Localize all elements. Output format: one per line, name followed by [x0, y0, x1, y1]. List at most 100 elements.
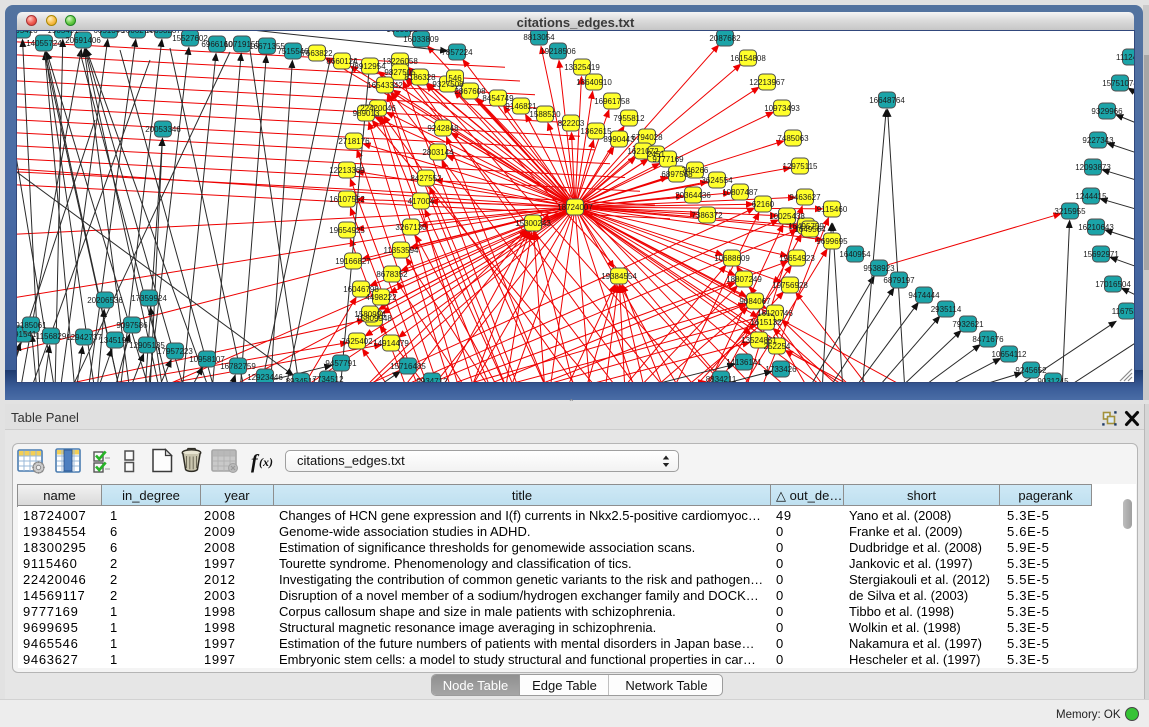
svg-text:7734512: 7734512: [312, 375, 344, 382]
svg-text:1733426: 1733426: [765, 365, 797, 374]
svg-text:9097586: 9097586: [116, 321, 148, 330]
svg-text:7955812: 7955812: [613, 114, 645, 123]
svg-text:9457791: 9457791: [325, 359, 357, 368]
svg-text:11353594: 11353594: [384, 246, 420, 255]
svg-text:12093873: 12093873: [1075, 163, 1111, 172]
svg-text:9934712: 9934712: [416, 377, 448, 382]
svg-text:7485063: 7485063: [777, 134, 809, 143]
svg-text:989013: 989013: [353, 109, 380, 118]
svg-text:16120746: 16120746: [757, 309, 793, 318]
svg-text:7932621: 7932621: [952, 320, 984, 329]
svg-text:1615132: 1615132: [750, 318, 782, 327]
svg-text:1112454: 1112454: [1116, 53, 1134, 62]
svg-text:13325419: 13325419: [564, 63, 600, 72]
svg-text:9242848: 9242848: [427, 124, 459, 133]
svg-text:1244415: 1244415: [1075, 192, 1107, 201]
svg-text:19166827: 19166827: [335, 257, 371, 266]
svg-text:9031245: 9031245: [1037, 377, 1069, 382]
svg-text:1345193: 1345193: [99, 336, 131, 345]
svg-text:16107552: 16107552: [329, 195, 365, 204]
svg-text:9538923: 9538923: [863, 264, 895, 273]
svg-text:1588520: 1588520: [529, 110, 561, 119]
svg-text:19756928: 19756928: [772, 281, 808, 290]
svg-text:8678352: 8678352: [376, 270, 408, 279]
svg-text:17016504: 17016504: [1095, 280, 1131, 289]
svg-text:9474444: 9474444: [908, 291, 940, 300]
svg-text:10025438: 10025438: [769, 212, 805, 221]
svg-text:20053346: 20053346: [145, 125, 181, 134]
svg-text:7857224: 7857224: [441, 48, 473, 57]
svg-text:10688609: 10688609: [714, 254, 750, 263]
svg-text:20364436: 20364436: [675, 191, 711, 200]
svg-text:9699695: 9699695: [816, 237, 848, 246]
svg-text:15300243: 15300243: [515, 219, 551, 228]
svg-text:10807487: 10807487: [722, 188, 758, 197]
svg-text:9245652: 9245652: [1015, 366, 1047, 375]
svg-text:12942737: 12942737: [66, 333, 102, 342]
svg-text:16033809: 16033809: [403, 35, 439, 44]
svg-text:3215955: 3215955: [1054, 207, 1086, 216]
svg-text:1580994: 1580994: [354, 310, 386, 319]
svg-text:13226058: 13226058: [382, 57, 418, 66]
svg-text:7386372: 7386372: [691, 211, 723, 220]
svg-text:15716485: 15716485: [390, 362, 426, 371]
svg-text:9227343: 9227343: [1082, 136, 1114, 145]
svg-text:6794028: 6794028: [631, 133, 663, 142]
svg-text:9084067: 9084067: [739, 297, 771, 306]
svg-text:1649564: 1649564: [794, 225, 826, 234]
svg-text:8471676: 8471676: [972, 335, 1004, 344]
svg-text:14055724: 14055724: [26, 39, 62, 48]
svg-text:9115460: 9115460: [817, 205, 848, 214]
svg-text:18724007: 18724007: [557, 203, 593, 212]
svg-text:8186328: 8186328: [404, 73, 436, 82]
svg-text:10654112: 10654112: [992, 350, 1028, 359]
svg-text:2087682: 2087682: [709, 34, 741, 43]
svg-text:20206536: 20206536: [87, 296, 123, 305]
svg-text:19384554: 19384554: [601, 272, 637, 281]
svg-text:20691406: 20691406: [65, 36, 101, 45]
svg-text:8660124: 8660124: [326, 57, 358, 66]
svg-text:2718176: 2718176: [338, 137, 370, 146]
svg-text:7625402: 7625402: [341, 337, 373, 346]
svg-text:8834211: 8834211: [706, 375, 737, 382]
svg-text:16210643: 16210643: [1078, 223, 1114, 232]
svg-text:546: 546: [448, 74, 462, 83]
svg-text:14914479: 14914479: [373, 339, 409, 348]
svg-text:6051340: 6051340: [93, 31, 125, 35]
svg-text:10973493: 10973493: [764, 104, 800, 113]
svg-text:16961758: 16961758: [594, 97, 630, 106]
svg-text:17957223: 17957223: [157, 347, 193, 356]
svg-text:16782759: 16782759: [220, 362, 256, 371]
svg-text:252254: 252254: [764, 342, 791, 351]
svg-text:14136141: 14136141: [726, 358, 762, 367]
svg-text:3624554: 3624554: [701, 176, 733, 185]
svg-text:12213967: 12213967: [749, 78, 785, 87]
svg-text:19654923: 19654923: [779, 254, 815, 263]
svg-text:12213369: 12213369: [329, 166, 365, 175]
svg-text:2803144: 2803144: [422, 148, 454, 157]
svg-text:391541: 391541: [17, 330, 37, 339]
svg-text:18807249: 18807249: [726, 275, 762, 284]
svg-text:417004: 417004: [408, 197, 435, 206]
svg-text:9329966: 9329966: [1091, 107, 1123, 116]
svg-text:6897568: 6897568: [661, 170, 693, 179]
svg-text:16648764: 16648764: [869, 96, 905, 105]
svg-text:15692971: 15692971: [1083, 250, 1119, 259]
svg-text:1156829: 1156829: [36, 332, 67, 341]
svg-text:6879197: 6879197: [883, 276, 915, 285]
svg-text:16543342: 16543342: [367, 81, 403, 90]
svg-text:1905491: 1905491: [47, 31, 79, 35]
svg-text:8995416: 8995416: [17, 31, 38, 35]
svg-text:4498222: 4498222: [365, 293, 397, 302]
svg-text:(x): (x): [259, 455, 273, 469]
svg-text:8990443: 8990443: [603, 135, 635, 144]
svg-text:19654925: 19654925: [329, 226, 365, 235]
svg-text:9463627: 9463627: [789, 193, 821, 202]
svg-text:12975115: 12975115: [783, 162, 819, 171]
svg-text:17359924: 17359924: [131, 294, 167, 303]
svg-text:9185061: 9185061: [17, 321, 47, 330]
svg-text:8813054: 8813054: [523, 33, 555, 42]
svg-text:1833312: 1833312: [386, 31, 418, 34]
svg-text:1167533: 1167533: [1112, 307, 1134, 316]
svg-text:1640954: 1640954: [839, 250, 871, 259]
